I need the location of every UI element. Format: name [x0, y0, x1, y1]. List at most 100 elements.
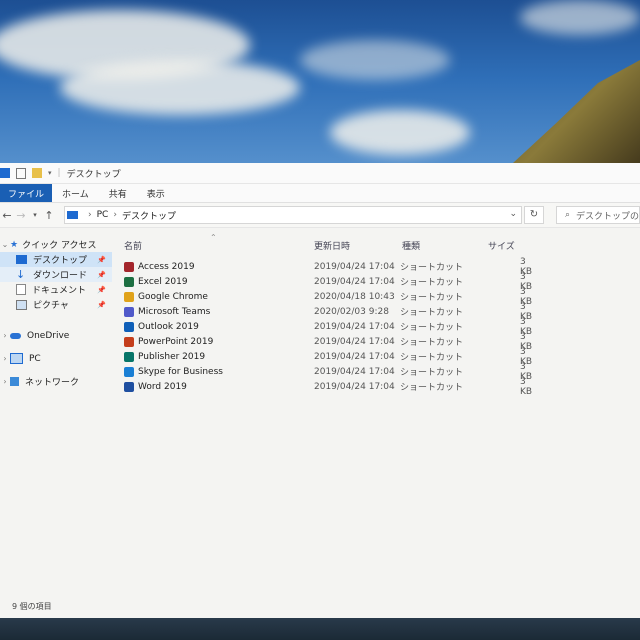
nav-quick-access[interactable]: ⌄ ★ クイック アクセス	[0, 237, 112, 252]
nav-onedrive[interactable]: › OneDrive	[0, 328, 112, 343]
nav-item-documents[interactable]: ドキュメント 📌	[0, 282, 112, 297]
expand-icon[interactable]: ›	[0, 354, 10, 363]
address-row: ← → ▾ ↑ › PC › デスクトップ ⌄ ↻ ⌕ デスクトップの検	[0, 203, 640, 228]
cloud-icon	[10, 332, 21, 339]
desktop-bottom	[0, 616, 640, 640]
app-shortcut-icon	[124, 276, 134, 287]
expand-icon[interactable]: ›	[0, 377, 10, 386]
new-folder-icon[interactable]	[32, 168, 42, 178]
file-date: 2019/04/24 17:04	[314, 381, 395, 392]
search-input[interactable]: ⌕ デスクトップの検	[556, 206, 640, 224]
app-shortcut-icon	[124, 336, 134, 347]
file-row[interactable]: PowerPoint 2019 2019/04/24 17:04 ショートカット 3 …	[120, 332, 540, 352]
address-dropdown-icon[interactable]: ⌄	[509, 209, 517, 219]
expand-icon[interactable]: ›	[0, 331, 10, 340]
tab-share[interactable]: 共有	[99, 184, 137, 202]
file-row[interactable]: Google Chrome 2020/04/18 10:43 ショートカット 3 KB	[120, 287, 540, 307]
file-name: Outlook 2019	[138, 321, 199, 332]
file-row[interactable]: Skype for Business 2019/04/24 17:04 ショートカッ…	[120, 362, 540, 382]
search-icon: ⌕	[565, 210, 571, 220]
file-type: ショートカット	[400, 368, 464, 378]
file-type: ショートカット	[400, 353, 464, 363]
file-size: 3 KB	[520, 376, 533, 397]
file-name: Word 2019	[138, 381, 187, 392]
app-shortcut-icon	[124, 306, 134, 317]
file-date: 2020/04/18 10:43	[314, 291, 395, 302]
column-size[interactable]: サイズ	[488, 239, 515, 252]
explorer-window: ▾ | デスクトップ ファイル ホーム 共有 表示 ← → ▾ ↑ › PC ›…	[0, 163, 640, 618]
app-shortcut-icon	[124, 291, 134, 302]
file-row[interactable]: Publisher 2019 2019/04/24 17:04 ショートカット 3 K…	[120, 347, 540, 367]
star-icon: ★	[10, 239, 19, 250]
app-shortcut-icon	[124, 351, 134, 362]
file-name: Access 2019	[138, 261, 195, 272]
nav-item-desktop[interactable]: デスクトップ 📌	[0, 252, 112, 267]
column-headers: 名前 ⌃ 更新日時 種類 サイズ	[120, 233, 540, 253]
window-title: デスクトップ	[66, 169, 121, 180]
pin-icon[interactable]: 📌	[97, 256, 106, 264]
collapse-icon[interactable]: ⌄	[0, 240, 10, 249]
window-icon	[0, 168, 10, 178]
file-date: 2019/04/24 17:04	[314, 261, 395, 272]
column-type[interactable]: 種類	[402, 239, 420, 252]
column-date[interactable]: 更新日時	[314, 239, 350, 252]
file-date: 2019/04/24 17:04	[314, 336, 395, 347]
navigation-pane: ⌄ ★ クイック アクセス デスクトップ 📌 ↓ ダウンロード 📌 ドキュメント…	[0, 237, 112, 597]
file-date: 2019/04/24 17:04	[314, 366, 395, 377]
pin-icon[interactable]: 📌	[97, 271, 106, 279]
file-name: Google Chrome	[138, 291, 208, 302]
pictures-icon	[16, 299, 27, 310]
address-bar[interactable]: › PC › デスクトップ ⌄	[64, 206, 522, 224]
network-icon	[10, 377, 19, 386]
column-name[interactable]: 名前	[124, 239, 142, 252]
title-bar: ▾ | デスクトップ	[0, 163, 640, 184]
file-date: 2019/04/24 17:04	[314, 351, 395, 362]
pc-icon	[10, 353, 23, 364]
download-arrow-icon: ↓	[16, 268, 26, 281]
file-name: Microsoft Teams	[138, 306, 211, 317]
pc-icon	[67, 211, 78, 219]
nav-pc[interactable]: › PC	[0, 351, 112, 366]
properties-icon[interactable]	[16, 167, 26, 179]
back-arrow-icon[interactable]: ←	[0, 209, 14, 222]
qat-dropdown-icon[interactable]: ▾	[48, 169, 52, 177]
sort-up-icon: ⌃	[210, 233, 217, 242]
nav-item-pictures[interactable]: ピクチャ 📌	[0, 297, 112, 312]
app-shortcut-icon	[124, 366, 134, 377]
file-list: 名前 ⌃ 更新日時 種類 サイズ Access 2019 2019/04/24 1…	[120, 233, 540, 397]
tab-view[interactable]: 表示	[137, 184, 175, 202]
document-icon	[16, 284, 26, 295]
file-type: ショートカット	[400, 263, 464, 273]
file-date: 2019/04/24 17:04	[314, 321, 395, 332]
pin-icon[interactable]: 📌	[97, 301, 106, 309]
file-name: PowerPoint 2019	[138, 336, 214, 347]
breadcrumb-desktop[interactable]: デスクトップ	[122, 209, 176, 222]
up-arrow-icon[interactable]: ↑	[42, 209, 56, 222]
search-placeholder: デスクトップの検	[576, 211, 640, 222]
breadcrumb-pc[interactable]: PC	[97, 210, 109, 220]
app-shortcut-icon	[124, 381, 134, 392]
nav-item-downloads[interactable]: ↓ ダウンロード 📌	[0, 267, 112, 282]
file-date: 2019/04/24 17:04	[314, 276, 395, 287]
ribbon-tabs: ファイル ホーム 共有 表示	[0, 184, 640, 203]
app-shortcut-icon	[124, 321, 134, 332]
recent-dropdown-icon[interactable]: ▾	[28, 211, 42, 219]
file-type: ショートカット	[400, 278, 464, 288]
file-date: 2020/02/03 9:28	[314, 306, 389, 317]
pin-icon[interactable]: 📌	[97, 286, 106, 294]
file-row[interactable]: Word 2019 2019/04/24 17:04 ショートカット 3 KB	[120, 376, 540, 397]
file-row[interactable]: Outlook 2019 2019/04/24 17:04 ショートカット 3 KB	[120, 317, 540, 337]
tab-file[interactable]: ファイル	[0, 184, 53, 202]
desktop-wallpaper	[0, 0, 640, 175]
file-type: ショートカット	[400, 338, 464, 348]
app-shortcut-icon	[124, 261, 134, 272]
refresh-icon[interactable]: ↻	[524, 206, 544, 224]
nav-network[interactable]: › ネットワーク	[0, 374, 112, 389]
file-row[interactable]: Excel 2019 2019/04/24 17:04 ショートカット 3 KB	[120, 272, 540, 292]
desktop-icon	[16, 255, 27, 264]
tab-home[interactable]: ホーム	[52, 184, 99, 202]
file-name: Excel 2019	[138, 276, 188, 287]
file-row[interactable]: Access 2019 2019/04/24 17:04 ショートカット 3 KB	[120, 257, 540, 277]
forward-arrow-icon[interactable]: →	[14, 209, 28, 222]
file-row[interactable]: Microsoft Teams 2020/02/03 9:28 ショートカット 3 K…	[120, 302, 540, 322]
